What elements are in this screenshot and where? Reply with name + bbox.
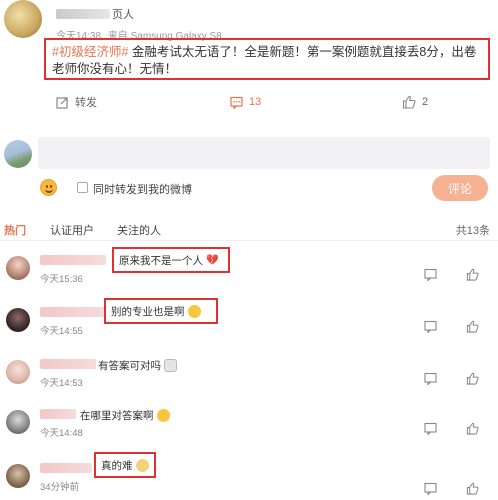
comment-text: 别的专业也是啊 xyxy=(104,298,218,324)
commenter-name-blurred[interactable] xyxy=(40,409,76,419)
tab-certified-users[interactable]: 认证用户 xyxy=(50,222,94,238)
comment-text-content: 真的难 xyxy=(101,459,133,472)
comment-actions xyxy=(424,268,488,282)
like-count: 2 xyxy=(422,96,429,108)
broken-heart-icon: 💔 xyxy=(206,254,219,266)
crying-face-icon xyxy=(187,304,201,318)
comment-text-content: 原来我不是一个人 xyxy=(119,254,203,267)
comment-item: 今天14:48 在哪里对答案啊 xyxy=(0,404,498,454)
comment-actions xyxy=(424,422,488,436)
post-author-name-suffix[interactable]: 页人 xyxy=(112,6,134,22)
comment-item: 今天14:55 别的专业也是啊 xyxy=(0,298,498,352)
comment-icon xyxy=(230,96,243,109)
comment-input[interactable] xyxy=(38,137,490,169)
comment-total-count: 共13条 xyxy=(455,225,490,237)
comment-time: 今天14:48 xyxy=(40,428,83,439)
reply-icon[interactable] xyxy=(424,268,437,281)
comment-time: 34分钟前 xyxy=(40,482,80,493)
tab-hot[interactable]: 热门 xyxy=(4,222,26,238)
tab-followed[interactable]: 关注的人 xyxy=(117,222,161,238)
reply-icon[interactable] xyxy=(424,372,437,385)
comment-time: 今天15:36 xyxy=(40,274,83,285)
commenter-avatar[interactable] xyxy=(6,256,30,280)
commenter-name-blurred[interactable] xyxy=(40,255,106,265)
thumbs-up-icon[interactable] xyxy=(466,482,479,495)
reply-icon[interactable] xyxy=(424,422,437,435)
comment-button[interactable]: 13 xyxy=(230,92,261,112)
current-user-avatar xyxy=(4,140,32,168)
comment-time: 今天14:53 xyxy=(40,378,83,389)
post-author-name-blurred[interactable] xyxy=(56,9,110,19)
thumbs-up-icon[interactable] xyxy=(466,422,479,435)
comment-text: 在哪里对答案啊 xyxy=(80,408,170,423)
forward-label: 转发 xyxy=(75,97,97,109)
commenter-avatar[interactable] xyxy=(6,410,30,434)
comment-tabs: 热门 认证用户 关注的人 共13条 xyxy=(0,222,498,238)
comment-text: 真的难 xyxy=(94,452,156,478)
reply-icon[interactable] xyxy=(424,320,437,333)
comment-text-content: 别的专业也是啊 xyxy=(111,305,185,318)
forward-button[interactable]: 转发 xyxy=(56,92,97,112)
comment-time: 今天14:55 xyxy=(40,326,83,337)
comment-actions xyxy=(424,372,488,386)
comment-text-content: 有答案可对吗 xyxy=(98,360,161,372)
sad-face-icon xyxy=(164,359,177,372)
comment-text-content: 在哪里对答案啊 xyxy=(80,410,154,422)
commenter-avatar[interactable] xyxy=(6,464,30,488)
comment-actions xyxy=(424,320,488,334)
crying-face-icon xyxy=(156,409,170,422)
thumbs-up-icon[interactable] xyxy=(466,372,479,385)
post-action-bar: 转发 13 2 xyxy=(0,92,498,112)
submit-comment-button[interactable]: 评论 xyxy=(432,175,488,201)
comment-text: 原来我不是一个人 💔 xyxy=(112,247,230,273)
sweat-face-icon xyxy=(135,458,149,472)
like-button[interactable]: 2 xyxy=(402,92,428,112)
post-author-avatar[interactable] xyxy=(4,0,42,38)
comment-actions xyxy=(424,482,488,496)
emoji-icon[interactable] xyxy=(40,179,57,196)
commenter-name-blurred[interactable] xyxy=(40,359,96,369)
post-hashtag[interactable]: #初级经济师# xyxy=(52,45,128,59)
thumbs-up-icon[interactable] xyxy=(466,320,479,333)
commenter-avatar[interactable] xyxy=(6,308,30,332)
commenter-name-blurred[interactable] xyxy=(40,307,106,317)
comment-count: 13 xyxy=(249,96,262,108)
forward-checkbox-label[interactable]: 同时转发到我的微博 xyxy=(93,181,192,197)
comment-text: 有答案可对吗 xyxy=(98,358,177,373)
thumbs-up-icon[interactable] xyxy=(466,268,479,281)
tabs-divider xyxy=(0,240,498,241)
forward-icon xyxy=(56,96,68,109)
comment-item: 今天15:36 原来我不是一个人 💔 xyxy=(0,247,498,300)
comment-item: 34分钟前 真的难 xyxy=(0,452,498,500)
thumbs-up-icon xyxy=(402,95,416,109)
commenter-avatar[interactable] xyxy=(6,360,30,384)
post-text: #初级经济师# 金融考试太无语了！全是新题！第一案例题就直接丢8分，出卷老师你没… xyxy=(44,38,490,80)
reply-icon[interactable] xyxy=(424,482,437,495)
comment-item: 今天14:53 有答案可对吗 xyxy=(0,354,498,404)
commenter-name-blurred[interactable] xyxy=(40,463,92,473)
forward-checkbox[interactable] xyxy=(77,182,88,193)
